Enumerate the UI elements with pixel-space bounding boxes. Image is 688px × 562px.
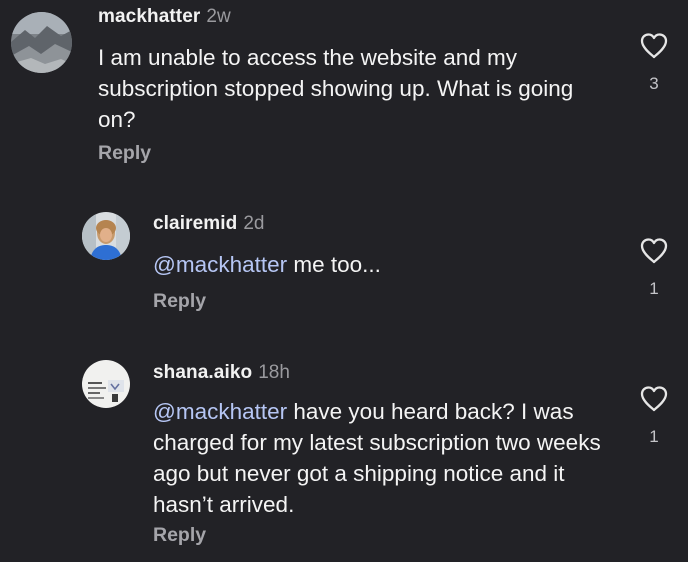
like-button[interactable] [637,32,671,60]
avatar-shana-aiko[interactable] [82,360,130,408]
like-count: 3 [649,74,659,93]
comment-body: me too... [287,252,381,277]
comment-text: @mackhatter have you heard back? I was c… [153,396,608,520]
heart-icon [640,386,668,412]
mention-link[interactable]: @mackhatter [153,399,287,424]
timestamp: 2w [206,6,231,27]
username[interactable]: shana.aiko [153,362,252,383]
mention-link[interactable]: @mackhatter [153,252,287,277]
reply-button[interactable]: Reply [98,142,151,165]
timestamp: 18h [258,362,290,383]
avatar-clairemid[interactable] [82,212,130,260]
like-count: 1 [649,279,659,298]
comment-text: @mackhatter me too... [153,249,603,280]
username[interactable]: clairemid [153,213,237,234]
heart-icon [640,238,668,264]
timestamp: 2d [243,213,265,234]
comment-mackhatter: mackhatter 2w I am unable to access the w… [0,0,688,180]
comment-clairemid: clairemid 2d @mackhatter me too... Reply … [0,200,688,340]
comment-header: mackhatter 2w [98,6,231,28]
comment-text: I am unable to access the website and my… [98,45,574,132]
like-button[interactable] [637,237,671,265]
heart-icon [640,33,668,59]
reply-button[interactable]: Reply [153,524,206,547]
comment-header: clairemid 2d [153,213,264,235]
like-button[interactable] [637,385,671,413]
username[interactable]: mackhatter [98,6,200,27]
comment-shana-aiko: shana.aiko 18h @mackhatter have you heard… [0,350,688,560]
like-count: 1 [649,427,659,446]
reply-button[interactable]: Reply [153,290,206,313]
avatar-mackhatter[interactable] [11,12,72,73]
comment-header: shana.aiko 18h [153,362,290,384]
